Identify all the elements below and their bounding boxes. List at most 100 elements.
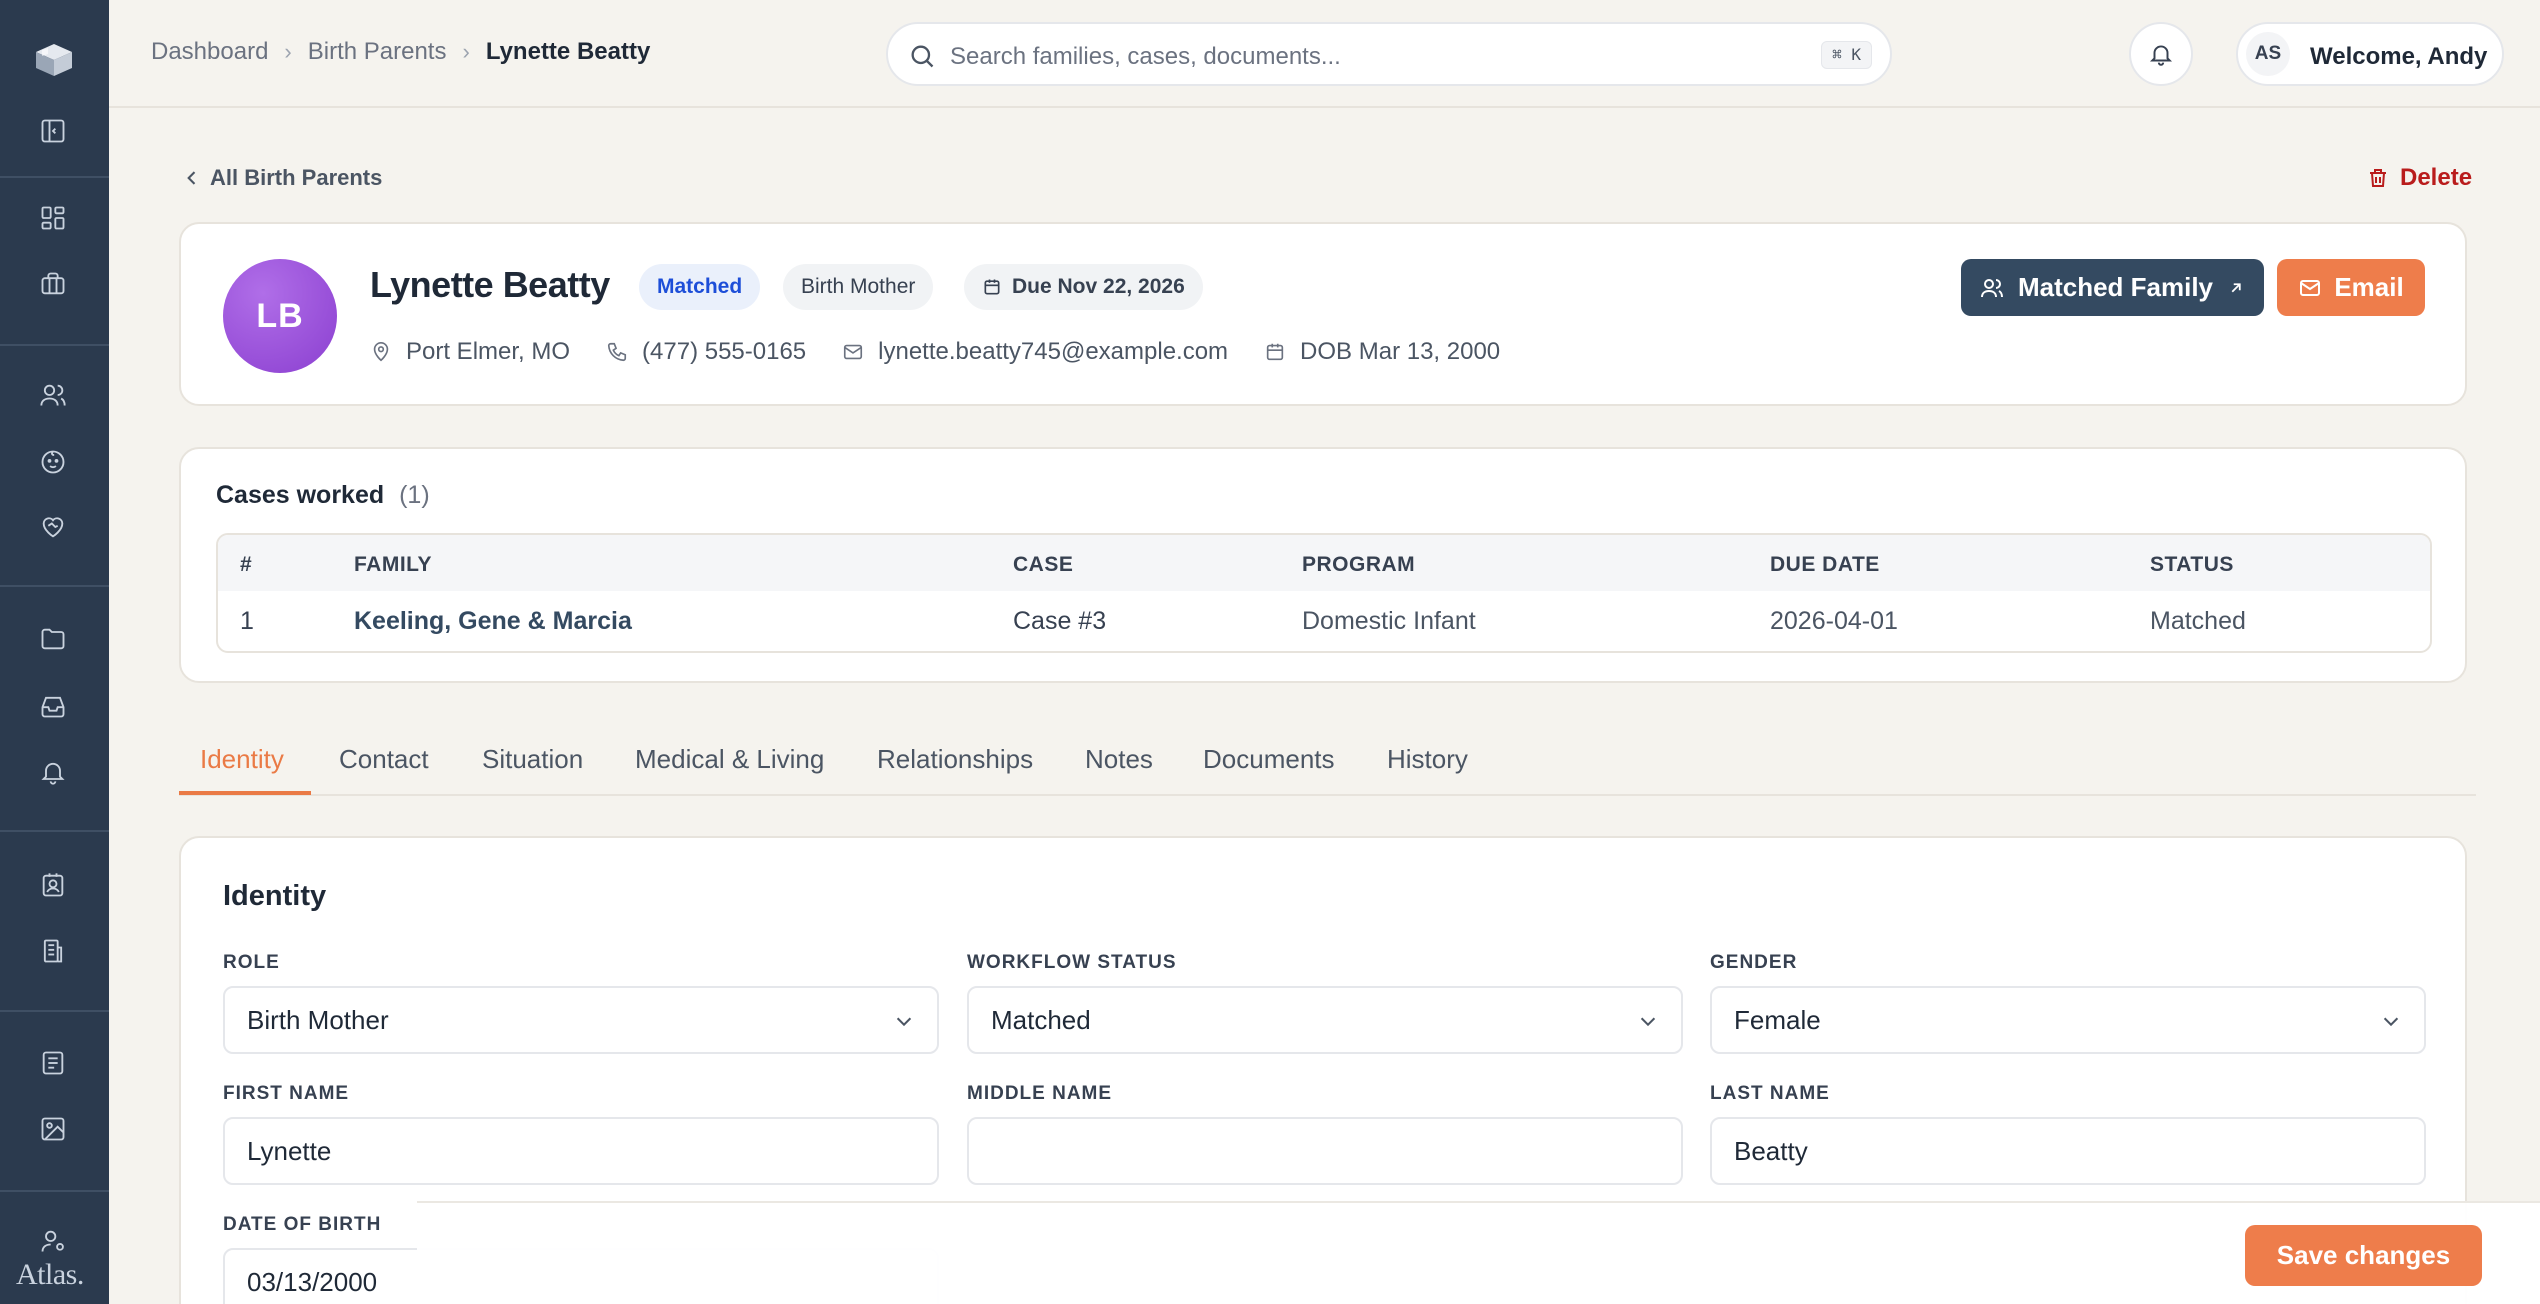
external-link-icon (2231, 282, 2241, 292)
tab-situation[interactable]: Situation (482, 744, 583, 775)
workflow-status-label: WORKFLOW STATUS (967, 952, 1177, 973)
first-name-value: Lynette (247, 1135, 332, 1166)
image-icon[interactable] (34, 1110, 72, 1148)
email-button[interactable]: Email (2277, 259, 2425, 316)
row-family-link[interactable]: Keeling, Gene & Marcia (354, 607, 632, 636)
users-icon (1980, 278, 2003, 297)
baby-icon[interactable] (34, 443, 72, 481)
profile-name: Lynette Beatty (370, 264, 610, 305)
email-button-label: Email (2334, 272, 2404, 302)
contact-card-icon[interactable] (34, 866, 72, 904)
row-program: Domestic Infant (1302, 607, 1476, 635)
column-header-status: STATUS (2150, 553, 2234, 576)
workflow-status-value: Matched (991, 1004, 1091, 1035)
role-badge: Birth Mother (783, 264, 934, 310)
mail-icon (844, 344, 863, 360)
calendar-icon (984, 279, 1000, 295)
last-name-value: Beatty (1734, 1135, 1808, 1166)
cases-card: Cases worked (1) # FAMILY CASE PROGRAM D… (179, 447, 2467, 683)
heart-handshake-icon[interactable] (34, 508, 72, 546)
newspaper-icon[interactable] (34, 1044, 72, 1082)
bell-icon[interactable] (34, 753, 72, 791)
save-changes-button[interactable]: Save changes (2245, 1225, 2482, 1286)
role-badge-label: Birth Mother (801, 275, 916, 298)
role-value: Birth Mother (247, 1004, 389, 1035)
last-name-label: LAST NAME (1710, 1083, 1830, 1104)
email-text: lynette.beatty745@example.com (878, 338, 1229, 365)
row-case: Case #3 (1013, 607, 1107, 635)
profile-card: LB Lynette Beatty Matched Birth Mother D… (179, 222, 2467, 406)
matched-family-label: Matched Family (2017, 272, 2214, 302)
save-bar: Save changes (417, 1201, 2540, 1304)
middle-name-field[interactable] (967, 1117, 1683, 1185)
row-due-date: 2026-04-01 (1770, 607, 1898, 635)
search-shortcut-badge: ⌘ K (1821, 41, 1872, 69)
delete-label: Delete (2400, 164, 2473, 191)
search-icon (908, 42, 936, 70)
breadcrumb: Dashboard › Birth Parents › Lynette Beat… (151, 38, 650, 66)
trash-icon (2370, 169, 2386, 187)
back-to-list-link[interactable]: All Birth Parents (182, 165, 382, 191)
building-icon[interactable] (34, 932, 72, 970)
user-menu-button[interactable]: AS Welcome, Andy (2236, 22, 2504, 86)
inbox-icon[interactable] (34, 687, 72, 725)
date-of-birth-label: DATE OF BIRTH (223, 1214, 382, 1235)
user-settings-icon[interactable] (34, 1222, 72, 1260)
cases-title-text: Cases worked (216, 481, 385, 509)
back-link-label: All Birth Parents (210, 165, 383, 190)
workflow-status-select[interactable]: Matched (967, 986, 1683, 1054)
first-name-label: FIRST NAME (223, 1083, 350, 1104)
logo-cube-icon[interactable] (28, 40, 80, 80)
email-item[interactable]: lynette.beatty745@example.com (842, 338, 1228, 366)
search-input[interactable]: Search families, cases, documents... ⌘ K (886, 22, 1892, 86)
avatar: AS (2246, 32, 2290, 76)
briefcase-icon[interactable] (34, 265, 72, 303)
column-header-num: # (240, 553, 253, 576)
gender-select[interactable]: Female (1710, 986, 2426, 1054)
column-header-case: CASE (1013, 553, 1074, 576)
mail-icon (2300, 279, 2321, 296)
row-num: 1 (240, 607, 254, 635)
section-title: Identity (223, 880, 327, 912)
breadcrumb-current: Lynette Beatty (485, 38, 651, 65)
breadcrumb-dashboard[interactable]: Dashboard (151, 38, 268, 66)
status-badge-label: Matched (657, 275, 743, 298)
location-text: Port Elmer, MO (406, 338, 571, 365)
dob-text: DOB Mar 13, 2000 (1300, 338, 1501, 365)
breadcrumb-birth-parents[interactable]: Birth Parents (308, 38, 447, 66)
chevron-right-icon: › (462, 39, 470, 64)
cases-table: # FAMILY CASE PROGRAM DUE DATE STATUS 1 … (216, 533, 2432, 653)
tab-relationships[interactable]: Relationships (877, 744, 1033, 775)
column-header-program: PROGRAM (1302, 553, 1416, 576)
column-header-due-date: DUE DATE (1770, 553, 1880, 576)
users-icon[interactable] (34, 376, 72, 414)
folder-icon[interactable] (34, 620, 72, 658)
tab-documents[interactable]: Documents (1203, 744, 1335, 775)
bell-icon (2149, 45, 2173, 66)
tab-medical-living[interactable]: Medical & Living (635, 744, 824, 775)
dashboard-icon[interactable] (34, 199, 72, 237)
matched-family-button[interactable]: Matched Family (1961, 259, 2264, 316)
search-placeholder: Search families, cases, documents... (950, 43, 1341, 70)
tab-identity[interactable]: Identity (200, 744, 284, 775)
gender-label: GENDER (1710, 952, 1798, 973)
tab-history[interactable]: History (1387, 744, 1468, 775)
first-name-field[interactable]: Lynette (223, 1117, 939, 1185)
delete-button[interactable]: Delete (2366, 164, 2472, 192)
sidebar: Atlas. (0, 0, 109, 1304)
middle-name-label: MIDDLE NAME (967, 1083, 1113, 1104)
tab-notes[interactable]: Notes (1085, 744, 1153, 775)
notifications-button[interactable] (2129, 22, 2193, 86)
collapse-sidebar-icon[interactable] (34, 112, 72, 150)
phone-text: (477) 555-0165 (642, 338, 807, 365)
cases-title: Cases worked (1) (216, 481, 430, 510)
profile-avatar: LB (223, 259, 337, 373)
chevron-down-icon (896, 1017, 912, 1027)
last-name-field[interactable]: Beatty (1710, 1117, 2426, 1185)
tab-contact[interactable]: Contact (339, 744, 429, 775)
date-of-birth-value: 03/13/2000 (247, 1266, 378, 1297)
phone-item[interactable]: (477) 555-0165 (606, 338, 806, 366)
chevron-right-icon: › (284, 39, 292, 64)
role-select[interactable]: Birth Mother (223, 986, 939, 1054)
dob-item: DOB Mar 13, 2000 (1264, 338, 1500, 366)
